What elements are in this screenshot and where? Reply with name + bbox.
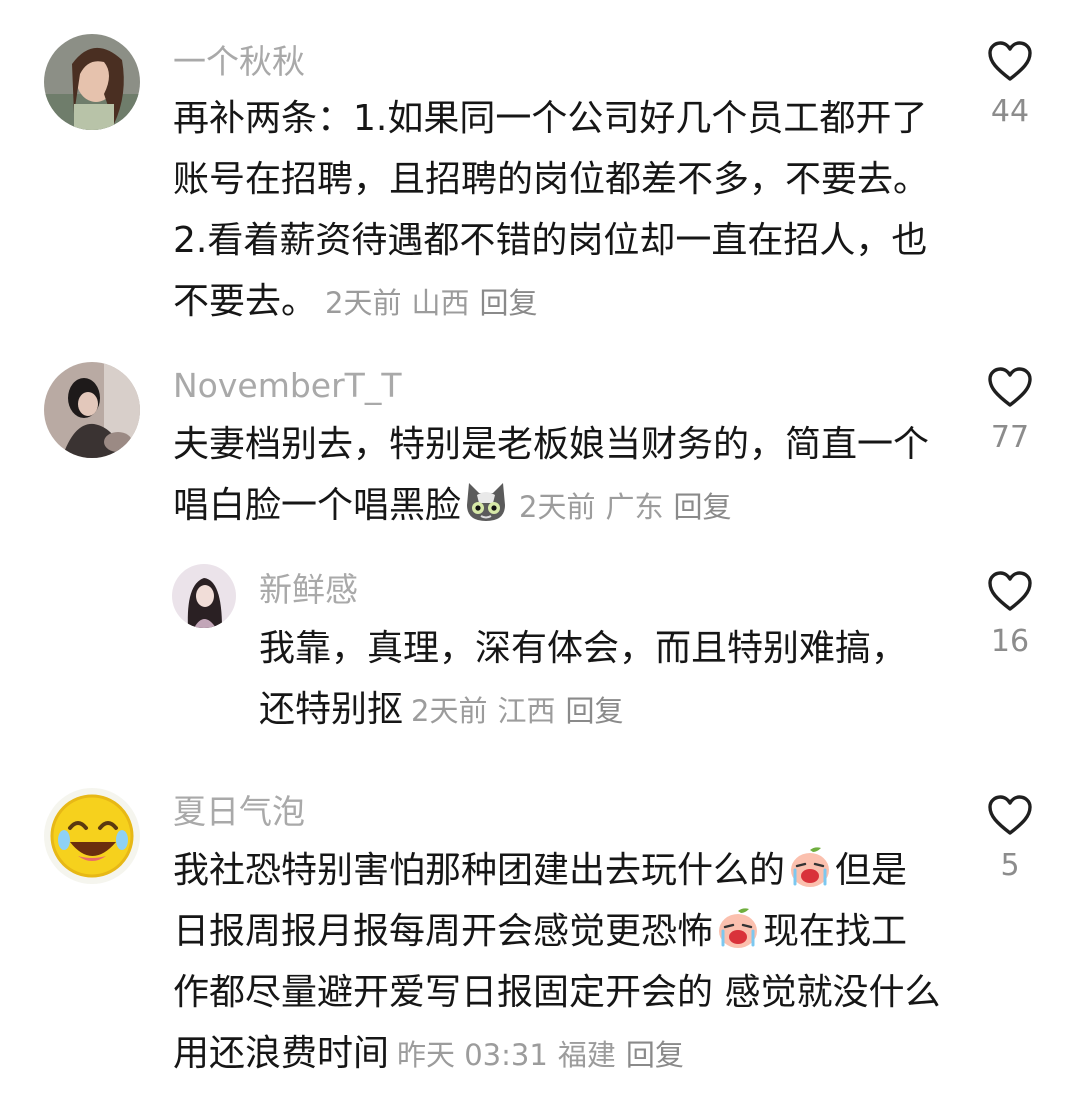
comment-item: 夏日气泡 我社恐特别害怕那种团建出去玩什么的 但是日报周报月报每周开会感觉更恐怖… xyxy=(0,770,1080,1094)
like-count: 44 xyxy=(990,94,1030,129)
comment-meta: 昨天 03:31 福建 回复 xyxy=(397,1038,694,1072)
avatar[interactable] xyxy=(172,564,236,628)
comment-time: 2天前 xyxy=(325,286,402,320)
username[interactable]: NovemberT_T xyxy=(173,366,402,406)
comment-body: 再补两条：1.如果同一个公司好几个员工都开了账号在招聘，且招聘的岗位都差不多，不… xyxy=(173,98,930,322)
heart-outline-icon xyxy=(988,367,1032,407)
reply-button[interactable]: 回复 xyxy=(626,1038,684,1072)
comment-text: 再补两条：1.如果同一个公司好几个员工都开了账号在招聘，且招聘的岗位都差不多，不… xyxy=(173,88,933,334)
comment-time: 昨天 03:31 xyxy=(397,1038,548,1072)
comment-item: 一个秋秋 再补两条：1.如果同一个公司好几个员工都开了账号在招聘，且招聘的岗位都… xyxy=(0,0,1080,340)
crying-peach-emoji xyxy=(787,844,833,890)
comment-text: 我靠，真理，深有体会，而且特别难搞，还特别抠 2天前 江西 回复 xyxy=(259,618,939,742)
comment-text: 夫妻档别去，特别是老板娘当财务的，简直一个唱白脸一个唱黑脸 2天前 广东 回复 xyxy=(173,414,933,538)
comment-item: NovemberT_T 夫妻档别去，特别是老板娘当财务的，简直一个唱白脸一个唱黑… xyxy=(0,340,1080,550)
comment-time: 2天前 xyxy=(519,490,596,524)
crying-peach-emoji xyxy=(715,905,761,951)
heart-outline-icon xyxy=(988,571,1032,611)
reply-button[interactable]: 回复 xyxy=(479,286,537,320)
comment-meta: 2天前 广东 回复 xyxy=(519,490,741,524)
like-count: 16 xyxy=(990,624,1030,659)
reply-button[interactable]: 回复 xyxy=(565,694,623,728)
username[interactable]: 夏日气泡 xyxy=(173,792,305,832)
username[interactable]: 新鲜感 xyxy=(259,570,358,610)
avatar[interactable] xyxy=(44,34,140,130)
comment-time: 2天前 xyxy=(411,694,488,728)
like-button[interactable]: 16 xyxy=(970,570,1050,660)
heart-outline-icon xyxy=(988,41,1032,81)
heart-outline-icon xyxy=(988,795,1032,835)
like-button[interactable]: 77 xyxy=(970,366,1050,456)
comment-location: 广东 xyxy=(605,490,664,524)
comment-text: 我社恐特别害怕那种团建出去玩什么的 但是日报周报月报每周开会感觉更恐怖 现在找工… xyxy=(173,840,943,1086)
avatar[interactable] xyxy=(44,788,140,884)
like-count: 77 xyxy=(990,420,1030,455)
reply-button[interactable]: 回复 xyxy=(673,490,731,524)
comment-meta: 2天前 山西 回复 xyxy=(325,286,547,320)
comment-location: 福建 xyxy=(557,1038,616,1072)
like-count: 5 xyxy=(1000,848,1020,883)
username[interactable]: 一个秋秋 xyxy=(173,42,305,82)
reply-item: 新鲜感 我靠，真理，深有体会，而且特别难搞，还特别抠 2天前 江西 回复 16 xyxy=(0,550,1080,750)
like-button[interactable]: 44 xyxy=(970,40,1050,130)
avatar[interactable] xyxy=(44,362,140,458)
cat-face-emoji xyxy=(463,479,509,525)
comment-meta: 2天前 江西 回复 xyxy=(411,694,633,728)
comment-body-part1: 我社恐特别害怕那种团建出去玩什么的 xyxy=(173,850,786,891)
like-button[interactable]: 5 xyxy=(970,794,1050,884)
comment-location: 山西 xyxy=(411,286,470,320)
comment-location: 江西 xyxy=(497,694,556,728)
